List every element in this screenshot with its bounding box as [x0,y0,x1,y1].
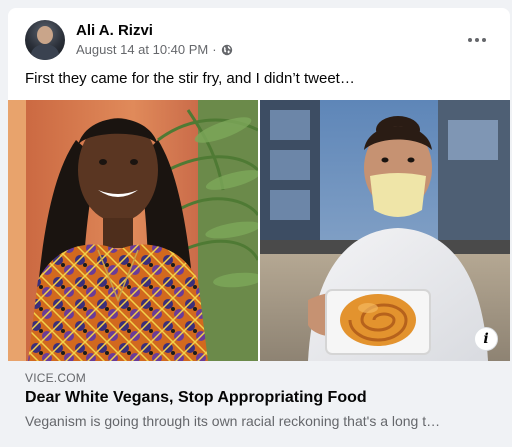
post-card: Ali A. Rizvi August 14 at 10:40 PM · Fir… [8,8,510,447]
post-timestamp[interactable]: August 14 at 10:40 PM [76,42,208,57]
more-options-icon-dot [475,38,479,42]
globe-icon [221,44,233,56]
post-text: First they came for the stir fry, and I … [25,70,355,87]
post-meta: August 14 at 10:40 PM · [76,42,233,57]
more-options-icon [468,38,472,42]
more-options-icon-dot [482,38,486,42]
more-options-button[interactable] [463,26,491,54]
link-preview[interactable]: VICE.COM Dear White Vegans, Stop Appropr… [8,361,510,447]
link-domain: VICE.COM [25,371,86,385]
author-name[interactable]: Ali A. Rizvi [76,22,153,39]
meta-separator: · [212,42,217,57]
avatar[interactable] [25,20,65,60]
link-preview-image[interactable]: i [8,100,510,361]
link-title[interactable]: Dear White Vegans, Stop Appropriating Fo… [25,389,367,407]
link-description: Veganism is going through its own racial… [25,413,441,429]
post-header: Ali A. Rizvi August 14 at 10:40 PM · [8,8,510,64]
info-icon[interactable]: i [474,327,498,351]
